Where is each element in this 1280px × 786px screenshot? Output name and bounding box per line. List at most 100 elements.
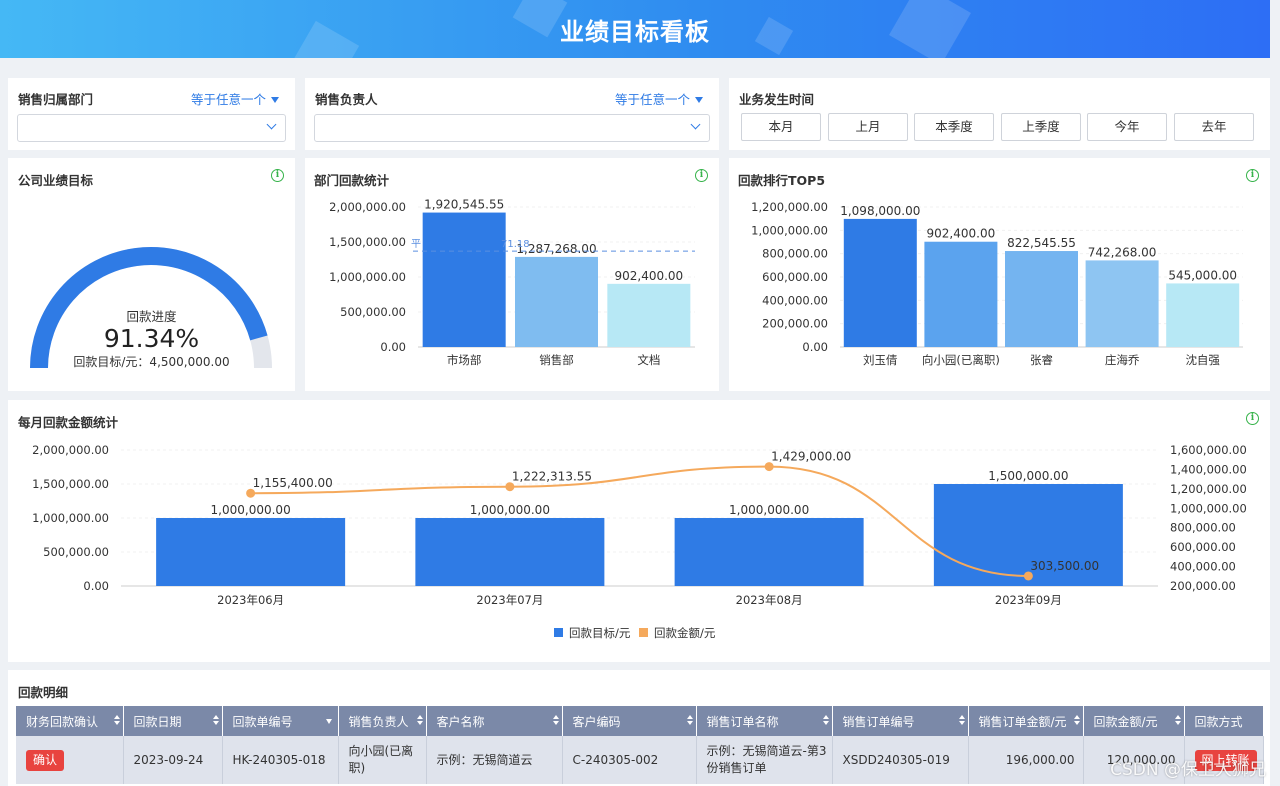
- cell-code: HK-240305-018: [222, 736, 339, 784]
- dept-bar-chart: 0.00 500,000.00 1,000,000.00 1,500,000.00 2,…: [329, 198, 695, 367]
- cell-customer-code: C-240305-002: [562, 736, 697, 784]
- table-header-row: 财务回款确认 回款日期 回款单编号 销售负责人 客户名称 客户编码 销售订单名称…: [16, 706, 1264, 736]
- time-btn-last-quarter[interactable]: 上季度: [1001, 113, 1081, 141]
- monthly-combo-chart: 0.00 500,000.00 1,000,000.00 1,500,000.00 2,…: [32, 443, 1247, 640]
- x-tick-label: 沈自强: [1185, 353, 1220, 367]
- col-header-label: 回款单编号: [232, 714, 293, 729]
- y-tick-label-right: 1,600,000.00: [1170, 443, 1247, 457]
- col-header[interactable]: 销售订单编号: [832, 706, 969, 736]
- time-btn-this-year[interactable]: 今年: [1087, 113, 1167, 141]
- bar-value-label: 902,400.00: [614, 269, 683, 283]
- owner-filter-label: 销售负责人: [315, 92, 378, 107]
- line-value-label: 303,500.00: [1030, 559, 1099, 573]
- bar: [1085, 260, 1159, 347]
- col-header[interactable]: 回款方式: [1184, 706, 1264, 736]
- col-header-label: 销售订单编号: [842, 714, 915, 729]
- y-tick-label: 400,000.00: [762, 293, 828, 307]
- bar: [674, 518, 864, 586]
- bar-value-label: 1,000,000.00: [470, 503, 550, 517]
- top5-bar-chart: 0.00 200,000.00 400,000.00 600,000.00 800,00…: [751, 200, 1243, 367]
- chevron-down-icon: [266, 119, 277, 130]
- gauge-progress-label: 回款进度: [126, 309, 177, 324]
- dept-payment-card: 部门回款统计 i 0.00 500,000.00 1,000,000.00 1,500…: [305, 158, 719, 391]
- cell-date: 2023-09-24: [123, 736, 223, 784]
- dept-select[interactable]: [17, 114, 286, 142]
- y-tick-label: 1,500,000.00: [329, 235, 406, 249]
- col-header[interactable]: 客户编码: [562, 706, 697, 736]
- legend-swatch: [639, 628, 648, 637]
- bar-value-label: 742,268.00: [1088, 245, 1157, 259]
- y-tick-label-right: 1,000,000.00: [1170, 501, 1247, 515]
- y-tick-label: 200,000.00: [762, 317, 828, 331]
- y-tick-label: 800,000.00: [762, 247, 828, 261]
- x-tick-label: 2023年07月: [476, 593, 543, 607]
- bar-value-label: 1,000,000.00: [729, 503, 809, 517]
- table-row[interactable]: 确认 2023-09-24 HK-240305-018 向小园(已离职) 示例：…: [16, 736, 1264, 784]
- y-tick-label: 1,000,000.00: [329, 270, 406, 284]
- col-header[interactable]: 销售订单金额/元: [968, 706, 1084, 736]
- col-header[interactable]: 回款日期: [123, 706, 223, 736]
- sort-desc-icon[interactable]: [325, 719, 332, 724]
- y-tick-label: 0.00: [380, 340, 406, 354]
- y-tick-label-left: 2,000,000.00: [32, 443, 109, 457]
- y-tick-label-right: 400,000.00: [1170, 560, 1236, 574]
- dept-filter-label: 销售归属部门: [18, 92, 94, 107]
- chevron-down-icon: [690, 119, 701, 130]
- time-btn-this-quarter[interactable]: 本季度: [914, 113, 994, 141]
- y-tick-label-left: 1,000,000.00: [32, 511, 109, 525]
- col-header[interactable]: 财务回款确认: [16, 706, 124, 736]
- line-value-label: 1,155,400.00: [253, 476, 333, 490]
- cell-customer: 示例：无锡简道云: [426, 736, 563, 784]
- x-tick-label: 2023年08月: [736, 593, 803, 607]
- time-filter-label: 业务发生时间: [739, 92, 815, 107]
- line-value-label: 1,429,000.00: [771, 450, 851, 464]
- bar: [415, 518, 605, 586]
- y-tick-label-right: 200,000.00: [1170, 579, 1236, 593]
- legend-label: 回款金额/元: [654, 626, 716, 640]
- dept-filter-operator[interactable]: 等于任意一个: [191, 89, 279, 108]
- col-header[interactable]: 客户名称: [426, 706, 563, 736]
- monthly-card: 每月回款金额统计 i 0.00 500,000.00 1,000,000.00 1,5…: [8, 400, 1270, 662]
- y-tick-label-left: 0.00: [83, 579, 109, 593]
- company-target-card: 公司业绩目标 i 回款进度 91.34% 回款目标/元：4,500,000.00: [8, 158, 295, 391]
- col-header[interactable]: 回款单编号: [222, 706, 339, 736]
- y-tick-label: 2,000,000.00: [329, 200, 406, 214]
- bar: [924, 241, 998, 347]
- col-header-label: 销售负责人: [348, 714, 409, 729]
- col-header-label: 财务回款确认: [26, 714, 99, 729]
- y-tick-label: 0.00: [802, 340, 828, 354]
- gauge-target-text: 回款目标/元：4,500,000.00: [73, 355, 230, 369]
- y-tick-label-right: 800,000.00: [1170, 521, 1236, 535]
- confirm-tag[interactable]: 确认: [26, 749, 65, 771]
- bar: [843, 218, 917, 347]
- time-btn-this-month[interactable]: 本月: [741, 113, 821, 141]
- x-tick-label: 张睿: [1030, 353, 1053, 367]
- y-tick-label-left: 500,000.00: [43, 545, 109, 559]
- col-header-label: 回款金额/元: [1093, 714, 1158, 729]
- top5-card: 回款排行TOP5 i 0.00 200,000.00 400,000.00 600,0…: [729, 158, 1270, 391]
- col-header-label: 销售订单名称: [706, 714, 779, 729]
- bar-value-label: 1,098,000.00: [840, 204, 920, 218]
- watermark: CSDN @保卫大狮兄: [1110, 760, 1266, 780]
- dept-operator-text: 等于任意一个: [190, 92, 266, 107]
- col-header[interactable]: 销售负责人: [338, 706, 427, 736]
- col-header-label: 回款方式: [1194, 714, 1243, 729]
- average-value-label: 71.18: [501, 239, 530, 250]
- col-header[interactable]: 销售订单名称: [696, 706, 833, 736]
- col-header-label: 客户名称: [436, 714, 485, 729]
- y-tick-label: 500,000.00: [340, 305, 406, 319]
- owner-select[interactable]: [314, 114, 710, 142]
- page-title: 业绩目标看板: [560, 18, 710, 46]
- bar-value-label: 902,400.00: [927, 227, 996, 241]
- time-btn-last-month[interactable]: 上月: [828, 113, 908, 141]
- dept-filter-card: 销售归属部门 等于任意一个: [8, 78, 295, 150]
- y-tick-label-right: 600,000.00: [1170, 540, 1236, 554]
- y-tick-label-right: 1,400,000.00: [1170, 462, 1247, 476]
- owner-filter-operator[interactable]: 等于任意一个: [615, 89, 703, 108]
- bar: [156, 518, 346, 586]
- col-header[interactable]: 回款金额/元: [1083, 706, 1185, 736]
- bar-value-label: 1,000,000.00: [211, 503, 291, 517]
- y-tick-label: 1,000,000.00: [751, 223, 828, 237]
- time-btn-last-year[interactable]: 去年: [1174, 113, 1254, 141]
- x-tick-label: 文档: [637, 353, 660, 367]
